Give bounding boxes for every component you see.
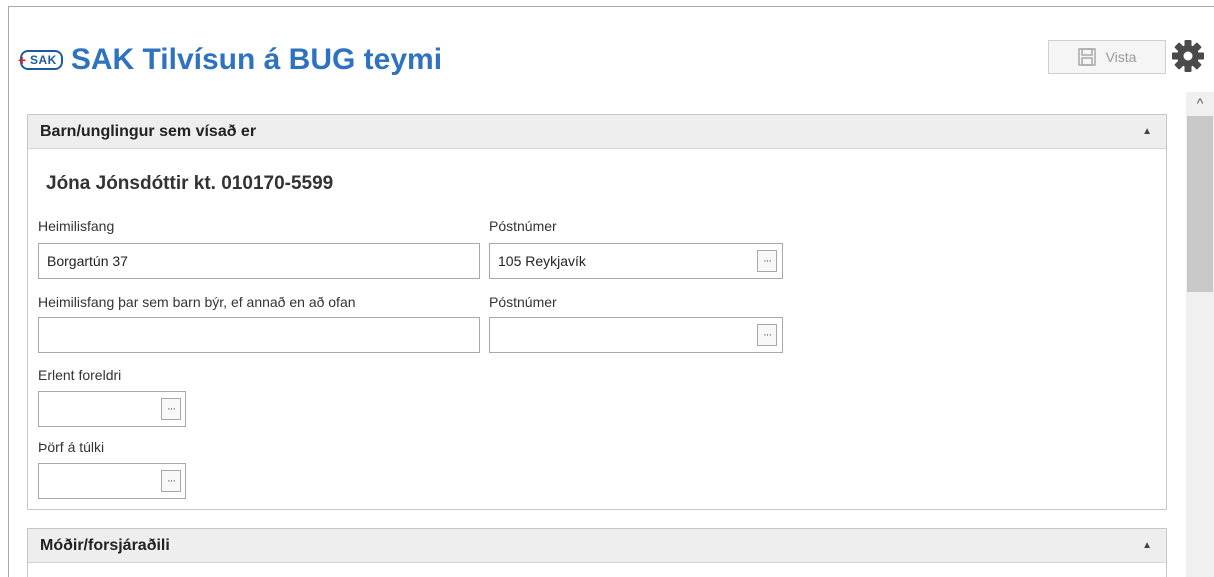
save-label: Vista [1105,49,1137,65]
gear-icon[interactable] [1170,38,1206,74]
mother-panel: Móðir/forsjáraðili ▲ [27,528,1167,577]
alt-postal-input[interactable]: ··· [489,317,783,353]
mother-panel-header[interactable]: Móðir/forsjáraðili ▲ [28,529,1166,563]
scroll-up-icon[interactable]: ^ [1186,92,1214,114]
child-panel-header[interactable]: Barn/unglingur sem vísað er ▲ [28,115,1166,149]
postal-value: 105 Reykjavík [498,253,586,269]
postal-input[interactable]: 105 Reykjavík ··· [489,243,783,279]
logo-text: SAK [30,53,57,67]
sak-logo: + SAK [18,50,63,70]
postal-label: Póstnúmer [489,218,557,234]
save-button[interactable]: Vista [1048,40,1166,74]
scroll-thumb[interactable] [1187,116,1213,292]
interpreter-label: Þörf á túlki [38,439,105,455]
logo-plus-icon: + [18,52,27,68]
foreign-parent-lookup-button[interactable]: ··· [161,398,181,420]
postal-lookup-button[interactable]: ··· [757,250,777,272]
interpreter-input[interactable]: ··· [38,463,186,499]
alt-postal-label: Póstnúmer [489,294,557,310]
floppy-disk-icon [1077,48,1096,66]
panel-title: Móðir/forsjáraðili [40,536,170,554]
interpreter-lookup-button[interactable]: ··· [161,470,181,492]
address-input[interactable]: Borgartún 37 [38,243,480,279]
address-label: Heimilisfang [38,218,115,234]
vertical-scrollbar[interactable]: ^ [1186,92,1214,577]
alt-address-label: Heimilisfang þar sem barn býr, ef annað … [38,294,356,310]
alt-postal-lookup-button[interactable]: ··· [757,324,777,346]
alt-address-input[interactable] [38,317,480,353]
person-name: Jóna Jónsdóttir kt. 010170-5599 [46,173,334,194]
collapse-icon[interactable]: ▲ [1142,540,1152,551]
foreign-parent-input[interactable]: ··· [38,391,186,427]
child-panel: Barn/unglingur sem vísað er ▲ Jóna Jónsd… [27,114,1167,510]
page-header: + SAK SAK Tilvísun á BUG teymi [18,40,443,80]
foreign-parent-label: Erlent foreldri [38,367,122,383]
collapse-icon[interactable]: ▲ [1142,126,1152,137]
page-title: SAK Tilvísun á BUG teymi [70,43,443,76]
panel-title: Barn/unglingur sem vísað er [40,122,257,140]
